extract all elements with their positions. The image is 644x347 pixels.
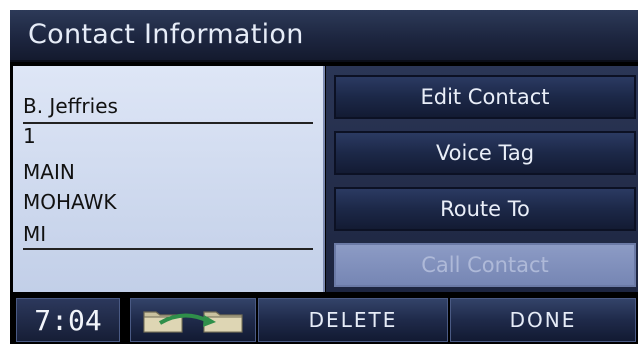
contact-info-screen: Contact Information B. Jeffries 1 MAIN M… — [10, 10, 638, 344]
contact-details-panel: B. Jeffries 1 MAIN MOHAWK MI — [13, 66, 325, 292]
address-line-street: MAIN — [23, 160, 75, 184]
delete-button[interactable]: DELETE — [258, 298, 448, 342]
done-button[interactable]: DONE — [450, 298, 636, 342]
call-contact-button[interactable]: Call Contact — [334, 243, 636, 287]
contact-name: B. Jeffries — [23, 94, 118, 118]
folder-transfer-button[interactable] — [130, 298, 256, 342]
address-line-state: MI — [23, 222, 47, 246]
route-to-button[interactable]: Route To — [334, 187, 636, 231]
action-menu: Edit Contact Voice Tag Route To Call Con… — [326, 66, 638, 292]
clock-display: 7:04 — [16, 298, 120, 342]
name-divider — [23, 122, 313, 124]
voice-tag-button[interactable]: Voice Tag — [334, 131, 636, 175]
folder-transfer-icon — [143, 311, 243, 333]
address-line-number: 1 — [23, 124, 36, 148]
bottom-bar: 7:04 DELETE DONE — [10, 296, 638, 344]
page-title: Contact Information — [28, 19, 304, 50]
edit-contact-button[interactable]: Edit Contact — [334, 75, 636, 119]
address-divider — [23, 248, 313, 250]
title-bar: Contact Information — [10, 10, 638, 62]
address-line-city: MOHAWK — [23, 190, 117, 214]
